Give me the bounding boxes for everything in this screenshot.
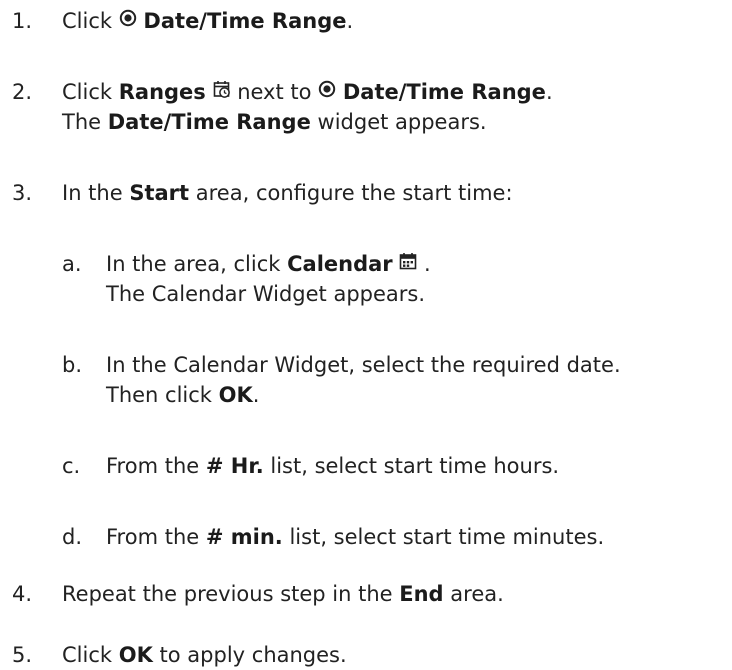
substep-b-period: . — [252, 383, 260, 407]
step-1-target: Date/Time Range — [143, 9, 347, 33]
step-2-period: . — [545, 80, 553, 104]
step-2-number: 2. — [12, 80, 33, 104]
substep-d-post: list, select start time minutes. — [289, 525, 605, 549]
step-4-post: area. — [450, 582, 504, 606]
step-3-post: area, configure the start time: — [195, 181, 513, 205]
step-4-pre: Repeat the previous step in the — [62, 582, 393, 606]
step-1-verb: Click — [62, 9, 113, 33]
step-4-end: End — [399, 582, 444, 606]
step-3-text: In the Start area, configure the start t… — [62, 178, 513, 208]
step-2-text: Click Ranges next to Date/Time Range. — [62, 77, 553, 108]
instructions-document: 1. Click Date/Time Range. 2. Click Range… — [0, 0, 732, 668]
substep-c-letter: c. — [62, 454, 81, 478]
step-2-target: Date/Time Range — [342, 80, 546, 104]
radio-selected-icon — [119, 5, 137, 35]
step-4-number: 4. — [12, 582, 33, 606]
substep-d-text: From the # min. list, select start time … — [106, 522, 604, 552]
step-4-text: Repeat the previous step in the End area… — [62, 579, 504, 609]
substep-c-pre: From the — [106, 454, 200, 478]
substep-c-text: From the # Hr. list, select start time h… — [106, 451, 559, 481]
substep-d-letter: d. — [62, 525, 83, 549]
step-2-result: The Date/Time Range widget appears. — [62, 107, 487, 137]
substep-c-post: list, select start time hours. — [270, 454, 560, 478]
radio-selected-icon — [318, 76, 336, 106]
step-5-text: Click OK to apply changes. — [62, 640, 347, 670]
step-2-next-to: next to — [237, 80, 312, 104]
step-1-number: 1. — [12, 9, 33, 33]
step-3-start: Start — [129, 181, 190, 205]
step-5-post: to apply changes. — [159, 643, 347, 667]
step-2-ranges: Ranges — [118, 80, 206, 104]
step-2-verb: Click — [62, 80, 113, 104]
step-5-pre: Click — [62, 643, 113, 667]
substep-a-pre: In the area, click — [106, 252, 281, 276]
substep-a-text: In the area, click Calendar . — [106, 249, 431, 280]
calendar-icon — [399, 248, 417, 278]
substep-b-ok: OK — [218, 383, 253, 407]
substep-a-calendar: Calendar — [287, 252, 393, 276]
step-2-result-widget: Date/Time Range — [107, 110, 311, 134]
ranges-clock-icon — [213, 76, 231, 106]
substep-a-result: The Calendar Widget appears. — [106, 282, 426, 306]
substep-b-letter: b. — [62, 353, 83, 377]
step-3-number: 3. — [12, 181, 33, 205]
substep-b-then: Then click OK. — [106, 380, 259, 410]
substep-c-hr: # Hr. — [205, 454, 264, 478]
substep-d-min: # min. — [205, 525, 283, 549]
step-1-period: . — [346, 9, 354, 33]
step-2-result-pre: The — [62, 110, 102, 134]
step-1-text: Click Date/Time Range. — [62, 6, 353, 37]
substep-a-letter: a. — [62, 252, 82, 276]
step-5-number: 5. — [12, 643, 33, 667]
step-3-pre: In the — [62, 181, 123, 205]
step-2-result-post: widget appears. — [317, 110, 487, 134]
substep-b-then-pre: Then click — [106, 383, 212, 407]
substep-a-period: . — [424, 252, 431, 276]
substep-b-text: In the Calendar Widget, select the requi… — [106, 353, 621, 377]
substep-d-pre: From the — [106, 525, 200, 549]
step-5-ok: OK — [118, 643, 153, 667]
